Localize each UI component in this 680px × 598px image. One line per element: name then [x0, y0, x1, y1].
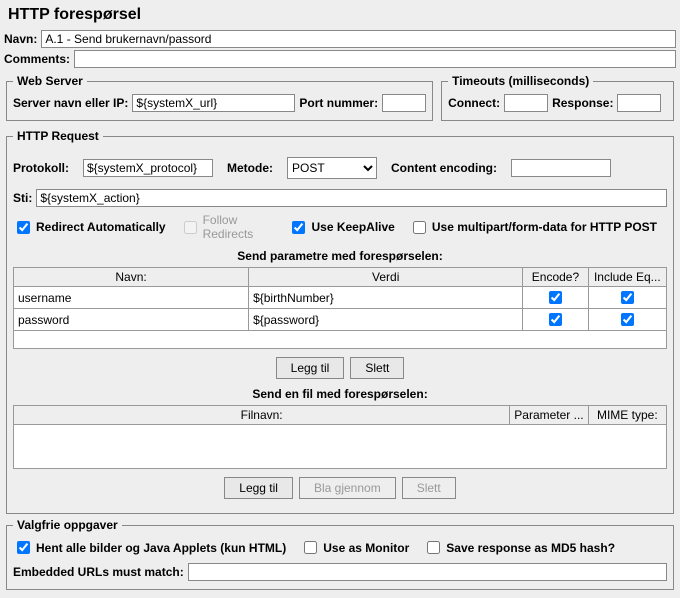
response-label: Response: [552, 96, 613, 110]
page-title: HTTP forespørsel [8, 6, 676, 24]
method-select[interactable]: POST [287, 157, 377, 179]
content-encoding-input[interactable] [511, 159, 611, 177]
multipart-checkbox[interactable]: Use multipart/form-data for HTTP POST [409, 218, 657, 237]
path-label: Sti: [13, 191, 32, 205]
col-value[interactable]: Verdi [249, 268, 523, 287]
optional-legend: Valgfrie oppgaver [13, 518, 122, 532]
server-label: Server navn eller IP: [13, 96, 128, 110]
webserver-legend: Web Server [13, 74, 87, 88]
delete-param-button[interactable]: Slett [350, 357, 404, 379]
files-title: Send en fil med forespørselen: [13, 387, 667, 401]
table-row: password ${password} [14, 309, 667, 331]
httprequest-legend: HTTP Request [13, 129, 103, 143]
table-row: username ${birthNumber} [14, 287, 667, 309]
name-input[interactable] [41, 30, 676, 48]
encode-checkbox[interactable] [549, 291, 562, 304]
method-label: Metode: [227, 161, 273, 175]
add-file-button[interactable]: Legg til [224, 477, 293, 499]
include-checkbox[interactable] [621, 313, 634, 326]
files-table: Filnavn: Parameter ... MIME type: [13, 405, 667, 425]
delete-file-button[interactable]: Slett [402, 477, 456, 499]
table-row [14, 331, 667, 349]
redirect-auto-checkbox[interactable]: Redirect Automatically [13, 218, 166, 237]
server-input[interactable] [132, 94, 295, 112]
col-encode[interactable]: Encode? [523, 268, 588, 287]
connect-input[interactable] [504, 94, 548, 112]
port-label: Port nummer: [299, 96, 378, 110]
save-md5-checkbox[interactable]: Save response as MD5 hash? [423, 538, 615, 557]
col-mime[interactable]: MIME type: [588, 406, 666, 425]
protocol-input[interactable] [83, 159, 213, 177]
files-body[interactable] [13, 425, 667, 469]
keepalive-checkbox[interactable]: Use KeepAlive [288, 218, 394, 237]
response-input[interactable] [617, 94, 661, 112]
params-title: Send parametre med forespørselen: [13, 249, 667, 263]
col-include[interactable]: Include Eq... [588, 268, 666, 287]
embedded-label: Embedded URLs must match: [13, 565, 184, 579]
embedded-input[interactable] [188, 563, 667, 581]
encode-checkbox[interactable] [549, 313, 562, 326]
protocol-label: Protokoll: [13, 161, 69, 175]
content-encoding-label: Content encoding: [391, 161, 497, 175]
col-filename[interactable]: Filnavn: [14, 406, 510, 425]
comments-input[interactable] [74, 50, 676, 68]
use-as-monitor-checkbox[interactable]: Use as Monitor [300, 538, 409, 557]
col-param[interactable]: Parameter ... [510, 406, 588, 425]
include-checkbox[interactable] [621, 291, 634, 304]
comments-label: Comments: [4, 52, 70, 66]
connect-label: Connect: [448, 96, 500, 110]
follow-redirects-checkbox[interactable]: Follow Redirects [180, 213, 275, 241]
retrieve-images-checkbox[interactable]: Hent alle bilder og Java Applets (kun HT… [13, 538, 286, 557]
params-table: Navn: Verdi Encode? Include Eq... userna… [13, 267, 667, 349]
browse-button[interactable]: Bla gjennom [299, 477, 396, 499]
col-name[interactable]: Navn: [14, 268, 249, 287]
port-input[interactable] [382, 94, 426, 112]
timeouts-legend: Timeouts (milliseconds) [448, 74, 593, 88]
path-input[interactable] [36, 189, 667, 207]
add-param-button[interactable]: Legg til [276, 357, 345, 379]
name-label: Navn: [4, 32, 37, 46]
